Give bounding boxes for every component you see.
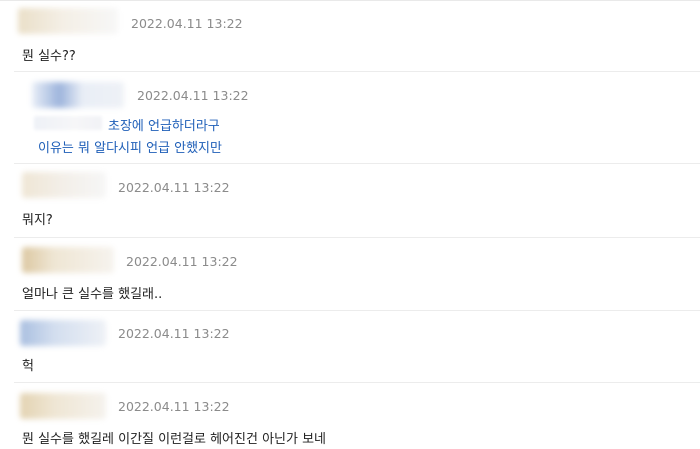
comment-item: 2022.04.11 13:22 헉 xyxy=(0,311,700,383)
blurred-avatar-icon xyxy=(32,82,124,108)
mention-tag[interactable] xyxy=(34,116,102,130)
comment-timestamp: 2022.04.11 13:22 xyxy=(137,88,249,103)
comment-item: 2022.04.11 13:22 뭔 실수?? xyxy=(0,0,700,72)
reply-text-line: 이유는 뭐 알다시피 언급 안했지만 xyxy=(38,141,222,156)
blurred-avatar-icon xyxy=(18,8,118,34)
reply-text-line: 초장에 언급하더라구 xyxy=(108,119,220,134)
comment-item: 2022.04.11 13:22 뭐지? xyxy=(0,164,700,238)
comment-text: 헉 xyxy=(22,359,34,374)
comment-timestamp: 2022.04.11 13:22 xyxy=(126,254,238,269)
comment-text: 뭔 실수?? xyxy=(22,49,76,64)
reply-comment-item: 2022.04.11 13:22 초장에 언급하더라구 이유는 뭐 알다시피 언… xyxy=(0,72,700,164)
comment-item: 2022.04.11 13:22 뭔 실수를 했길레 이간질 이런걸로 헤어진건… xyxy=(0,383,700,449)
comment-timestamp: 2022.04.11 13:22 xyxy=(118,180,230,195)
comment-timestamp: 2022.04.11 13:22 xyxy=(118,399,230,414)
blurred-avatar-icon xyxy=(22,247,114,273)
blurred-avatar-icon xyxy=(20,320,106,346)
comment-timestamp: 2022.04.11 13:22 xyxy=(118,326,230,341)
blurred-avatar-icon xyxy=(20,393,106,419)
comment-timestamp: 2022.04.11 13:22 xyxy=(131,16,243,31)
comment-text: 뭐지? xyxy=(22,213,53,228)
blurred-avatar-icon xyxy=(22,172,106,198)
comment-text: 얼마나 큰 실수를 했길래.. xyxy=(22,287,163,302)
comment-text: 뭔 실수를 했길레 이간질 이런걸로 헤어진건 아닌가 보네 xyxy=(22,432,327,447)
comment-item: 2022.04.11 13:22 얼마나 큰 실수를 했길래.. xyxy=(0,238,700,311)
